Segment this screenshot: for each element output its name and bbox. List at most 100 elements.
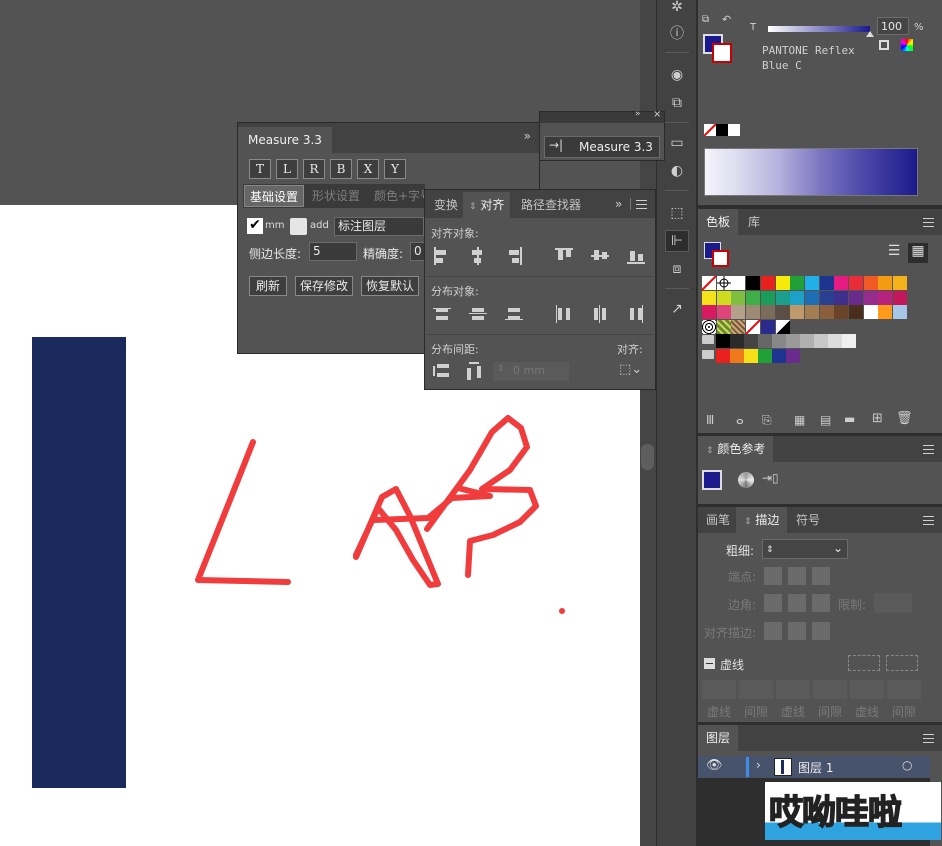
vertical-align-bottom-icon[interactable] [627,247,645,265]
swatch[interactable] [790,290,805,305]
tab-brushes[interactable]: 画笔 [698,507,738,533]
swatch[interactable] [716,349,730,363]
swatch-library-icon[interactable]: Ⅲ [706,413,728,427]
swatch[interactable] [775,305,790,319]
gear-icon[interactable]: ✲ [665,0,689,18]
vertical-align-top-icon[interactable] [555,247,573,265]
horizontal-align-right-icon[interactable] [505,247,523,265]
vertical-distribute-space-icon[interactable] [433,362,451,380]
horizontal-distribute-center-icon[interactable] [591,305,609,323]
swatch[interactable] [800,334,814,348]
swatch[interactable] [834,305,849,319]
gap-field-2[interactable] [813,680,847,699]
expand-icon[interactable]: » [524,129,531,143]
letter-button-r[interactable]: R [303,159,325,179]
info-icon[interactable]: ⓘ [665,22,689,44]
edit-group-icon[interactable]: ▤ [820,413,831,427]
butt-cap-button[interactable] [764,567,782,585]
swatch[interactable] [702,305,716,319]
list-view-icon[interactable]: ☰ [884,243,904,263]
swatch[interactable] [786,334,800,348]
subtab-shape[interactable]: 形状设置 [308,185,364,207]
tint-slider-handle[interactable] [866,31,874,37]
measure-mini-button[interactable]: →| Measure 3.3 [544,136,660,158]
swatch[interactable] [744,334,758,348]
swatch[interactable] [786,349,800,363]
panel-menu-icon[interactable] [923,516,934,525]
tint-slider[interactable] [768,26,870,32]
panel-menu-icon[interactable] [923,218,934,227]
swatch[interactable] [863,276,878,290]
dash-field-3[interactable] [850,680,884,699]
swatch[interactable] [716,305,731,319]
dash-field-2[interactable] [776,680,810,699]
dash-preserve-icon[interactable] [848,655,880,671]
letter-button-b[interactable]: B [330,159,352,179]
tint-value-field[interactable]: 100 [877,17,909,35]
default-colors-icon[interactable]: ⧉ [702,14,709,25]
expand-icon[interactable]: » [615,197,622,211]
swatch[interactable] [834,276,849,290]
letter-button-l[interactable]: L [276,159,298,179]
cmyk-icon[interactable] [879,40,889,50]
swatch[interactable] [775,290,790,305]
swatch[interactable] [716,276,731,290]
dash-field-1[interactable] [702,680,736,699]
swatch[interactable] [819,276,834,290]
swatch[interactable] [849,290,863,305]
swatch[interactable] [804,305,819,319]
panel-menu-icon[interactable] [923,734,934,743]
swatch[interactable] [731,290,746,305]
swatch[interactable] [760,276,775,290]
swatch[interactable] [758,334,772,348]
new-folder-icon[interactable]: ▬ [844,412,855,426]
swatch[interactable] [893,305,908,319]
vertical-distribute-bottom-icon[interactable] [505,305,523,323]
align-panel-icon[interactable]: ⊩ [665,230,689,252]
swatch[interactable] [746,305,761,319]
dash-gap-fields[interactable]: 虚线 间隙 虚线 间隙 虚线 间隙 [702,680,922,720]
color-group-icon[interactable]: ▦ [794,413,805,427]
stroke-swatch[interactable] [712,43,732,63]
swatch[interactable] [819,290,834,305]
vertical-distribute-center-icon[interactable] [469,305,487,323]
swatch[interactable] [775,319,790,334]
swatch[interactable] [878,276,893,290]
swatch[interactable] [804,276,819,290]
swatch[interactable] [772,349,786,363]
none-swatch[interactable] [703,123,717,137]
add-checkbox[interactable] [290,218,307,235]
base-color-swatch[interactable] [702,470,722,490]
transform-icon[interactable]: ⬚ [665,202,689,224]
swatch[interactable] [746,290,761,305]
gap-field-3[interactable] [887,680,921,699]
vertical-distribute-top-icon[interactable] [433,305,451,323]
limit-field[interactable] [874,593,912,613]
dashed-line-checkbox[interactable] [704,658,715,669]
swatch[interactable] [814,334,828,348]
folder-icon[interactable] [702,335,714,344]
restore-default-button[interactable]: 恢复默认 [361,276,419,296]
tab-measure[interactable]: Measure 3.3 [238,127,332,153]
swatch[interactable] [730,334,744,348]
projecting-cap-button[interactable] [812,567,830,585]
appearance-icon[interactable]: ◉ [665,64,689,86]
swatch[interactable] [863,290,878,305]
swatch[interactable] [731,305,746,319]
gradient-icon[interactable]: ▭ [665,132,689,154]
pathfinder-icon[interactable]: ⧈ [665,258,689,280]
miter-join-button[interactable] [764,594,782,612]
tab-swatches[interactable]: 色板 [698,209,739,235]
spacing-input[interactable]: ⇕ 0 mm [493,362,569,381]
gap-field-1[interactable] [739,680,773,699]
swatch[interactable] [893,276,908,290]
align-outside-stroke-button[interactable] [812,622,830,640]
subtab-basic[interactable]: 基础设置 [244,185,305,207]
swatch-stroke-indicator[interactable] [712,250,729,267]
swatch[interactable] [863,305,878,319]
swatch[interactable] [730,349,744,363]
swatch[interactable] [849,305,863,319]
swatch[interactable] [702,319,716,334]
horizontal-distribute-right-icon[interactable] [627,305,645,323]
tab-transform[interactable]: 变换 [425,192,467,218]
